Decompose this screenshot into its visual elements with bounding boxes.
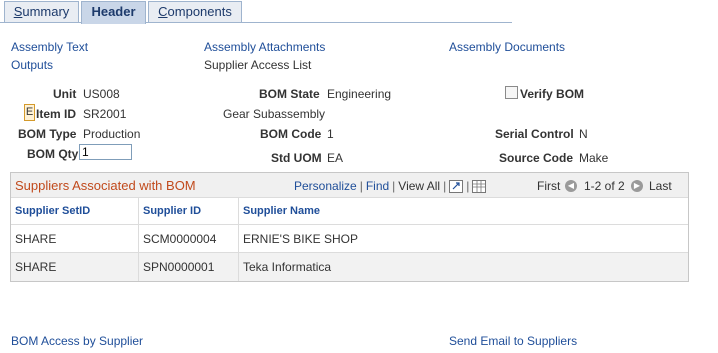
cell-supplier-name: ERNIE'S BIKE SHOP [243, 232, 358, 246]
item-id-value: SR2001 [83, 107, 127, 121]
column-header-supplier-id[interactable]: Supplier ID [139, 198, 239, 224]
last-label: Last [649, 179, 672, 193]
cell-supplier-name: Teka Informatica [243, 260, 332, 274]
assembly-documents-link[interactable]: Assembly Documents [449, 40, 565, 54]
unit-value: US008 [83, 87, 120, 101]
tab-summary[interactable]: Summary [4, 1, 79, 22]
cell-supplier-setid: SHARE [11, 253, 139, 281]
assembly-text-link[interactable]: Assembly Text [11, 40, 88, 54]
unit-label: Unit [53, 87, 77, 101]
std-uom-label: Std UOM [271, 151, 322, 165]
cell-supplier-setid: SHARE [11, 225, 139, 253]
table-row: SHARE SCM0000004 ERNIE'S BIKE SHOP [11, 224, 688, 253]
verify-bom-label: Verify BOM [520, 87, 585, 101]
bom-code-value: 1 [327, 127, 334, 141]
supplier-access-list-label: Supplier Access List [204, 58, 312, 72]
send-email-to-suppliers-link[interactable]: Send Email to Suppliers [449, 334, 577, 348]
serial-control-value: N [579, 127, 588, 141]
item-marker-text: E [25, 106, 34, 118]
cell-supplier-id: SPN0000001 [139, 253, 239, 281]
column-header-supplier-setid[interactable]: Supplier SetID [11, 198, 139, 224]
view-all-link[interactable]: View All [398, 179, 440, 193]
bom-code-label: BOM Code [260, 127, 322, 141]
bom-qty-input[interactable] [79, 144, 132, 160]
toolbar-separator: | [466, 179, 470, 193]
item-id-label: Item ID [36, 107, 77, 121]
tab-header[interactable]: Header [81, 1, 146, 24]
prev-row-button[interactable]: ◀ [565, 178, 577, 192]
next-row-button[interactable]: ▶ [631, 178, 643, 192]
bom-qty-label: BOM Qty [27, 147, 79, 161]
tab-bar: Summary Header Components [0, 0, 512, 24]
cell-supplier-id: SCM0000004 [139, 225, 239, 253]
chevron-right-icon: ▶ [631, 179, 643, 192]
std-uom-value: EA [327, 151, 344, 165]
first-label: First [537, 179, 561, 193]
table-row: SHARE SPN0000001 Teka Informatica [11, 252, 688, 281]
find-link[interactable]: Find [366, 179, 389, 193]
grid-header-bar: Suppliers Associated with BOM Personaliz… [11, 173, 688, 198]
bom-type-value: Production [83, 127, 141, 141]
tab-header-label: Header [91, 4, 136, 19]
grid-title: Suppliers Associated with BOM [15, 178, 196, 193]
grid-toolbar: Personalize | Find | View All | | [294, 179, 487, 194]
tab-components-accel: C [158, 4, 168, 19]
bom-state-label: BOM State [259, 87, 320, 101]
bom-type-label: BOM Type [18, 127, 77, 141]
bom-state-value: Engineering [327, 87, 392, 101]
toolbar-separator: | [359, 179, 363, 193]
outputs-link[interactable]: Outputs [11, 58, 53, 72]
chevron-left-icon: ◀ [565, 179, 577, 192]
toolbar-separator: | [443, 179, 447, 193]
tab-components[interactable]: Components [148, 1, 242, 22]
serial-control-label: Serial Control [495, 127, 574, 141]
assembly-attachments-link[interactable]: Assembly Attachments [204, 40, 325, 54]
personalize-link[interactable]: Personalize [294, 179, 357, 193]
source-code-value: Make [579, 151, 609, 165]
toolbar-separator: | [392, 179, 396, 193]
item-expand-marker[interactable]: E [24, 104, 35, 121]
tab-summary-label: ummary [22, 4, 70, 19]
verify-bom-checkbox[interactable] [505, 86, 518, 99]
bom-access-by-supplier-link[interactable]: BOM Access by Supplier [11, 334, 143, 348]
download-spreadsheet-icon[interactable] [472, 180, 487, 194]
suppliers-grid: Suppliers Associated with BOM Personaliz… [10, 172, 689, 282]
new-window-icon[interactable] [449, 180, 464, 194]
row-range: 1-2 of 2 [584, 179, 625, 193]
item-description: Gear Subassembly [223, 107, 326, 121]
tab-components-label: omponents [167, 4, 232, 19]
column-header-supplier-name[interactable]: Supplier Name [239, 198, 688, 224]
source-code-label: Source Code [499, 151, 574, 165]
